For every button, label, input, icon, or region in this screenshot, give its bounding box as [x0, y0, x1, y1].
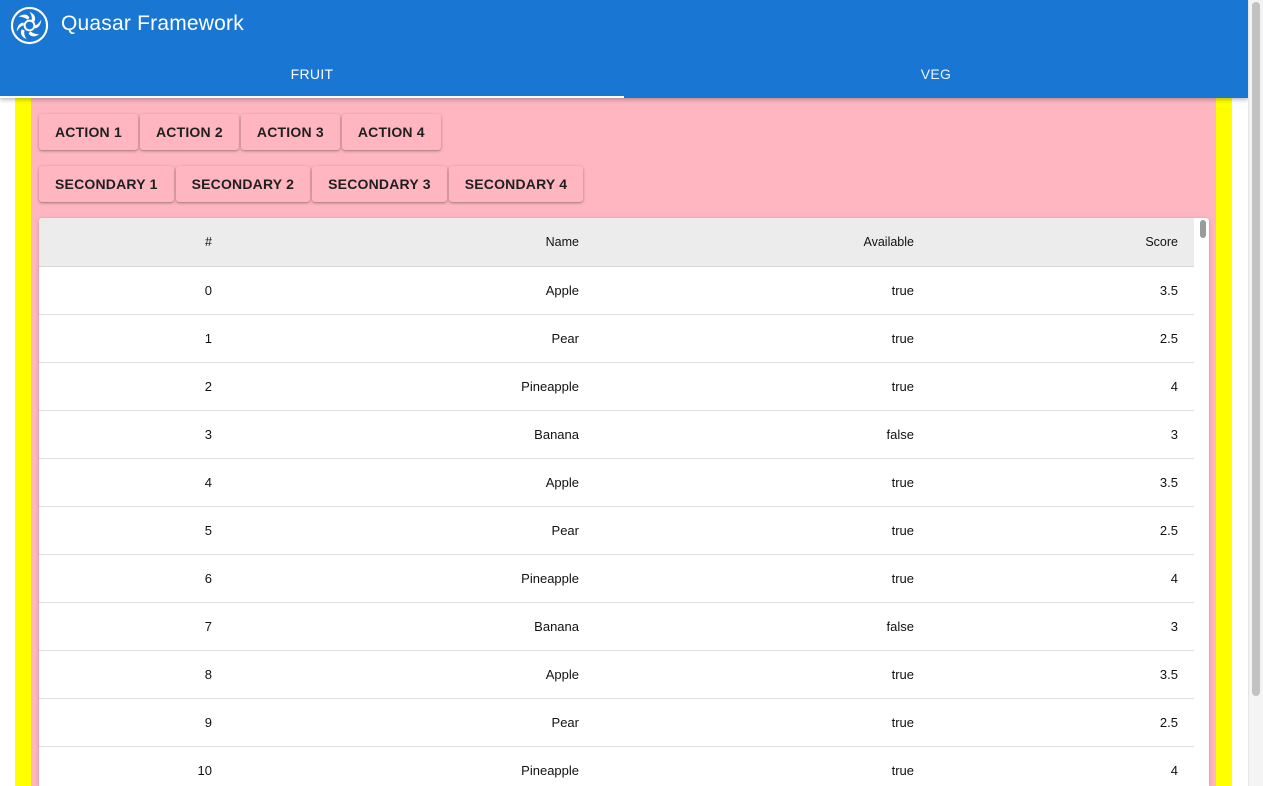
secondary-3-button[interactable]: SECONDARY 3	[312, 166, 447, 202]
cell-name: Pear	[228, 698, 595, 747]
column-header-available[interactable]: Available	[595, 218, 930, 267]
action-4-button[interactable]: ACTION 4	[341, 114, 441, 150]
cell-index: 0	[39, 266, 228, 315]
cell-name: Pineapple	[228, 746, 595, 786]
cell-index: 9	[39, 698, 228, 747]
column-header-name[interactable]: Name	[228, 218, 595, 267]
app-header: Quasar Framework FRUIT VEG	[0, 0, 1248, 98]
cell-score: 3	[930, 602, 1194, 651]
cell-index: 5	[39, 506, 228, 555]
cell-name: Pear	[228, 506, 595, 555]
cell-score: 4	[930, 554, 1194, 603]
table-row[interactable]: 5 Pear true 2.5	[39, 506, 1194, 555]
cell-available: true	[595, 746, 930, 786]
cell-index: 1	[39, 314, 228, 363]
cell-score: 3.5	[930, 266, 1194, 315]
secondary-1-button[interactable]: SECONDARY 1	[39, 166, 174, 202]
cell-score: 2.5	[930, 314, 1194, 363]
table-row[interactable]: 3 Banana false 3	[39, 410, 1194, 459]
cell-index: 7	[39, 602, 228, 651]
action-button-row: ACTION 1 ACTION 2 ACTION 3 ACTION 4	[39, 114, 441, 150]
cell-available: true	[595, 650, 930, 699]
cell-available: true	[595, 554, 930, 603]
cell-index: 4	[39, 458, 228, 507]
table-header-row: # Name Available Score	[39, 218, 1194, 267]
tab-fruit[interactable]: FRUIT	[0, 50, 624, 98]
table-row[interactable]: 9 Pear true 2.5	[39, 698, 1194, 747]
cell-available: true	[595, 266, 930, 315]
column-header-index[interactable]: #	[39, 218, 228, 267]
cell-available: false	[595, 410, 930, 459]
table-row[interactable]: 4 Apple true 3.5	[39, 458, 1194, 507]
table-row[interactable]: 8 Apple true 3.5	[39, 650, 1194, 699]
table-row[interactable]: 2 Pineapple true 4	[39, 362, 1194, 411]
tab-veg[interactable]: VEG	[624, 50, 1248, 98]
page-scrollbar[interactable]	[1248, 0, 1263, 786]
table-row[interactable]: 0 Apple true 3.5	[39, 266, 1194, 315]
cell-name: Banana	[228, 602, 595, 651]
action-1-button[interactable]: ACTION 1	[39, 114, 138, 150]
secondary-button-row: SECONDARY 1 SECONDARY 2 SECONDARY 3 SECO…	[39, 166, 584, 202]
table-body: 0 Apple true 3.5 1 Pear true 2.5 2 Pineapple true 4…	[39, 266, 1194, 786]
quasar-logo-icon[interactable]	[10, 6, 49, 45]
cell-name: Banana	[228, 410, 595, 459]
cell-available: true	[595, 458, 930, 507]
cell-name: Apple	[228, 650, 595, 699]
cell-index: 2	[39, 362, 228, 411]
cell-score: 4	[930, 746, 1194, 786]
secondary-2-button[interactable]: SECONDARY 2	[175, 166, 311, 202]
cell-name: Pineapple	[228, 362, 595, 411]
app-viewport: Quasar Framework FRUIT VEG ACTION 1 ACTI…	[0, 0, 1248, 786]
cell-score: 2.5	[930, 506, 1194, 555]
table-row[interactable]: 1 Pear true 2.5	[39, 314, 1194, 363]
fruit-table: # Name Available Score 0 Apple true 3.5 1 Pea…	[39, 218, 1194, 786]
table-scroll-area[interactable]: # Name Available Score 0 Apple true 3.5 1 Pea…	[39, 218, 1194, 786]
cell-index: 6	[39, 554, 228, 603]
cell-index: 8	[39, 650, 228, 699]
data-table: # Name Available Score 0 Apple true 3.5 1 Pea…	[39, 218, 1209, 786]
secondary-4-button[interactable]: SECONDARY 4	[448, 166, 584, 202]
action-2-button[interactable]: ACTION 2	[139, 114, 239, 150]
cell-name: Pear	[228, 314, 595, 363]
cell-available: true	[595, 362, 930, 411]
column-header-score[interactable]: Score	[930, 218, 1194, 267]
cell-name: Apple	[228, 458, 595, 507]
cell-name: Apple	[228, 266, 595, 315]
table-row[interactable]: 6 Pineapple true 4	[39, 554, 1194, 603]
cell-available: true	[595, 506, 930, 555]
cell-available: true	[595, 314, 930, 363]
page-scroll-thumb[interactable]	[1252, 2, 1260, 696]
app-title: Quasar Framework	[61, 12, 244, 35]
cell-score: 4	[930, 362, 1194, 411]
cell-score: 3	[930, 410, 1194, 459]
cell-score: 3.5	[930, 650, 1194, 699]
table-scrollbar[interactable]	[1199, 220, 1207, 784]
cell-available: true	[595, 698, 930, 747]
cell-name: Pineapple	[228, 554, 595, 603]
cell-available: false	[595, 602, 930, 651]
action-3-button[interactable]: ACTION 3	[240, 114, 340, 150]
cell-score: 2.5	[930, 698, 1194, 747]
tab-bar: FRUIT VEG	[0, 50, 1248, 98]
table-row[interactable]: 7 Banana false 3	[39, 602, 1194, 651]
table-row[interactable]: 10 Pineapple true 4	[39, 746, 1194, 786]
cell-score: 3.5	[930, 458, 1194, 507]
table-scroll-thumb[interactable]	[1200, 220, 1206, 238]
toolbar: Quasar Framework	[0, 0, 1248, 50]
cell-index: 3	[39, 410, 228, 459]
cell-index: 10	[39, 746, 228, 786]
